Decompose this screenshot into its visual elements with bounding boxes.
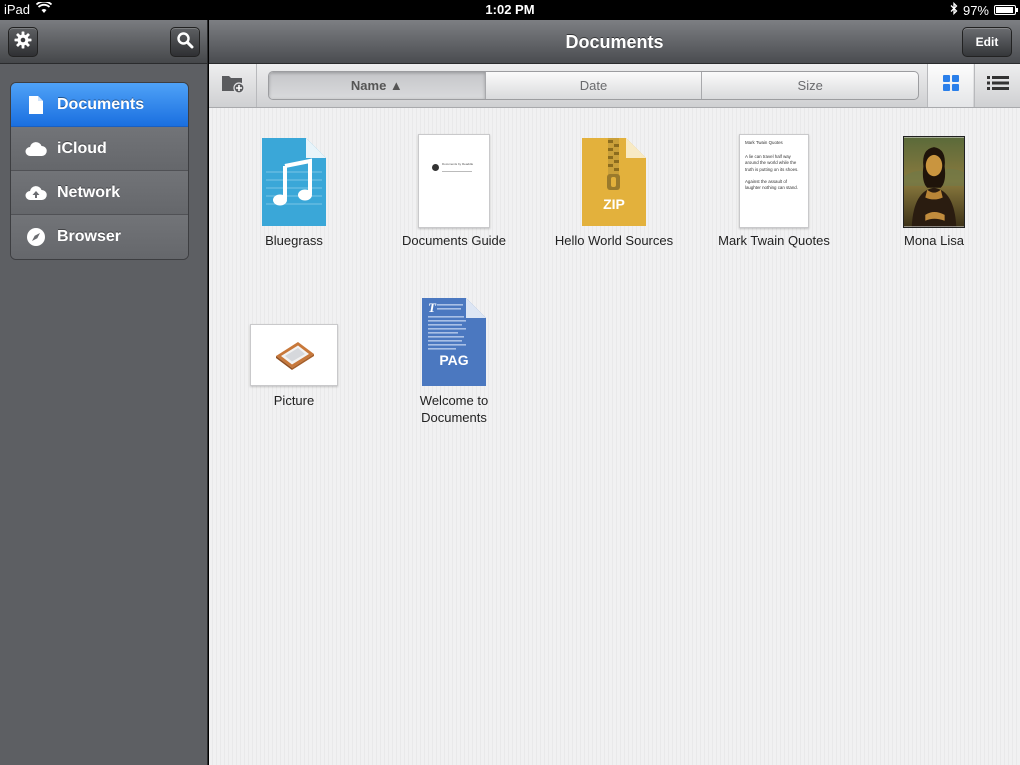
page-title: Documents xyxy=(565,32,664,52)
file-name: Mark Twain Quotes xyxy=(718,233,830,248)
navigation-bar: Documents Edit xyxy=(209,20,1020,64)
thumbnail-title: Mark Twain Quotes xyxy=(745,140,783,145)
clock: 1:02 PM xyxy=(485,2,535,17)
file-name: Welcome to Documents xyxy=(374,392,534,426)
edit-button[interactable]: Edit xyxy=(962,27,1012,57)
battery-percent: 97% xyxy=(962,2,989,18)
new-folder-icon xyxy=(221,73,245,98)
sort-segmented-control: Name ▲ Date Size xyxy=(268,71,919,100)
file-item-documents-guide[interactable]: Documents by Readdle Documents Guide xyxy=(374,128,534,249)
file-name-line: Welcome to xyxy=(419,393,489,408)
pages-badge: PAG xyxy=(439,352,469,368)
network-cloud-icon xyxy=(25,182,47,204)
list-icon xyxy=(986,76,1009,95)
main-panel: Documents Edit Name ▲ Date Size Bluegras… xyxy=(209,20,1020,765)
file-item-welcome-to-documents[interactable]: T PAG Welcome to Documents xyxy=(374,288,534,426)
file-item-mark-twain-quotes[interactable]: Mark Twain Quotes A lie can travel half … xyxy=(694,128,854,249)
pages-file-icon: T xyxy=(374,288,534,388)
file-name-line: Documents xyxy=(421,410,487,425)
sidebar-item-network[interactable]: Network xyxy=(11,171,188,215)
file-name: Hello World Sources xyxy=(554,233,674,248)
file-item-hello-world-sources[interactable]: ZIP Hello World Sources xyxy=(534,128,694,249)
new-folder-button[interactable] xyxy=(209,64,257,107)
pdf-thumbnail: Documents by Readdle xyxy=(374,128,534,228)
svg-text:T: T xyxy=(428,300,437,315)
compass-icon xyxy=(25,226,47,248)
image-thumbnail xyxy=(854,128,1014,228)
file-name: Bluegrass xyxy=(265,233,323,248)
file-item-mona-lisa[interactable]: Mona Lisa xyxy=(854,128,1014,249)
sort-by-name-button[interactable]: Name ▲ xyxy=(269,72,486,99)
sidebar-item-label: Documents xyxy=(57,95,145,113)
thumbnail-quote: Against the assault of laughter nothing … xyxy=(745,178,798,191)
sidebar: Documents iCloud Network Browser xyxy=(0,20,208,765)
toolbar: Name ▲ Date Size xyxy=(209,64,1020,108)
sidebar-item-browser[interactable]: Browser xyxy=(11,215,188,259)
audio-file-icon xyxy=(214,128,374,228)
file-item-picture[interactable]: Picture xyxy=(214,288,374,409)
picture-thumbnail xyxy=(214,288,374,388)
bluetooth-icon xyxy=(950,1,958,18)
file-name: Documents Guide xyxy=(401,233,507,248)
sidebar-header xyxy=(0,20,207,64)
photo-frame-icon xyxy=(276,342,314,370)
sidebar-item-icloud[interactable]: iCloud xyxy=(11,127,188,171)
file-name: Picture xyxy=(273,393,315,408)
document-icon xyxy=(25,94,47,116)
grid-icon xyxy=(942,74,960,97)
cloud-icon xyxy=(25,138,47,160)
list-view-button[interactable] xyxy=(974,64,1020,107)
status-bar: iPad 1:02 PM 97% xyxy=(0,0,1020,20)
zip-badge: ZIP xyxy=(603,196,625,212)
file-name: Mona Lisa xyxy=(904,233,964,248)
search-icon xyxy=(176,31,194,54)
sidebar-item-label: iCloud xyxy=(57,139,107,157)
thumbnail-quote: A lie can travel half way around the wor… xyxy=(745,154,799,172)
zip-file-icon xyxy=(534,128,694,228)
sort-by-date-button[interactable]: Date xyxy=(486,72,703,99)
settings-button[interactable] xyxy=(8,27,38,57)
battery-icon xyxy=(994,5,1018,15)
pdf-thumbnail-text: Documents by Readdle xyxy=(442,162,474,166)
file-item-bluegrass[interactable]: Bluegrass xyxy=(214,128,374,249)
sidebar-item-documents[interactable]: Documents xyxy=(11,83,188,127)
gear-icon xyxy=(14,31,32,54)
sidebar-list: Documents iCloud Network Browser xyxy=(10,82,189,260)
sidebar-item-label: Network xyxy=(57,183,121,201)
search-button[interactable] xyxy=(170,27,200,57)
sort-by-size-button[interactable]: Size xyxy=(702,72,918,99)
text-thumbnail: Mark Twain Quotes A lie can travel half … xyxy=(694,128,854,228)
sidebar-item-label: Browser xyxy=(57,228,122,245)
grid-view-button[interactable] xyxy=(927,64,973,107)
